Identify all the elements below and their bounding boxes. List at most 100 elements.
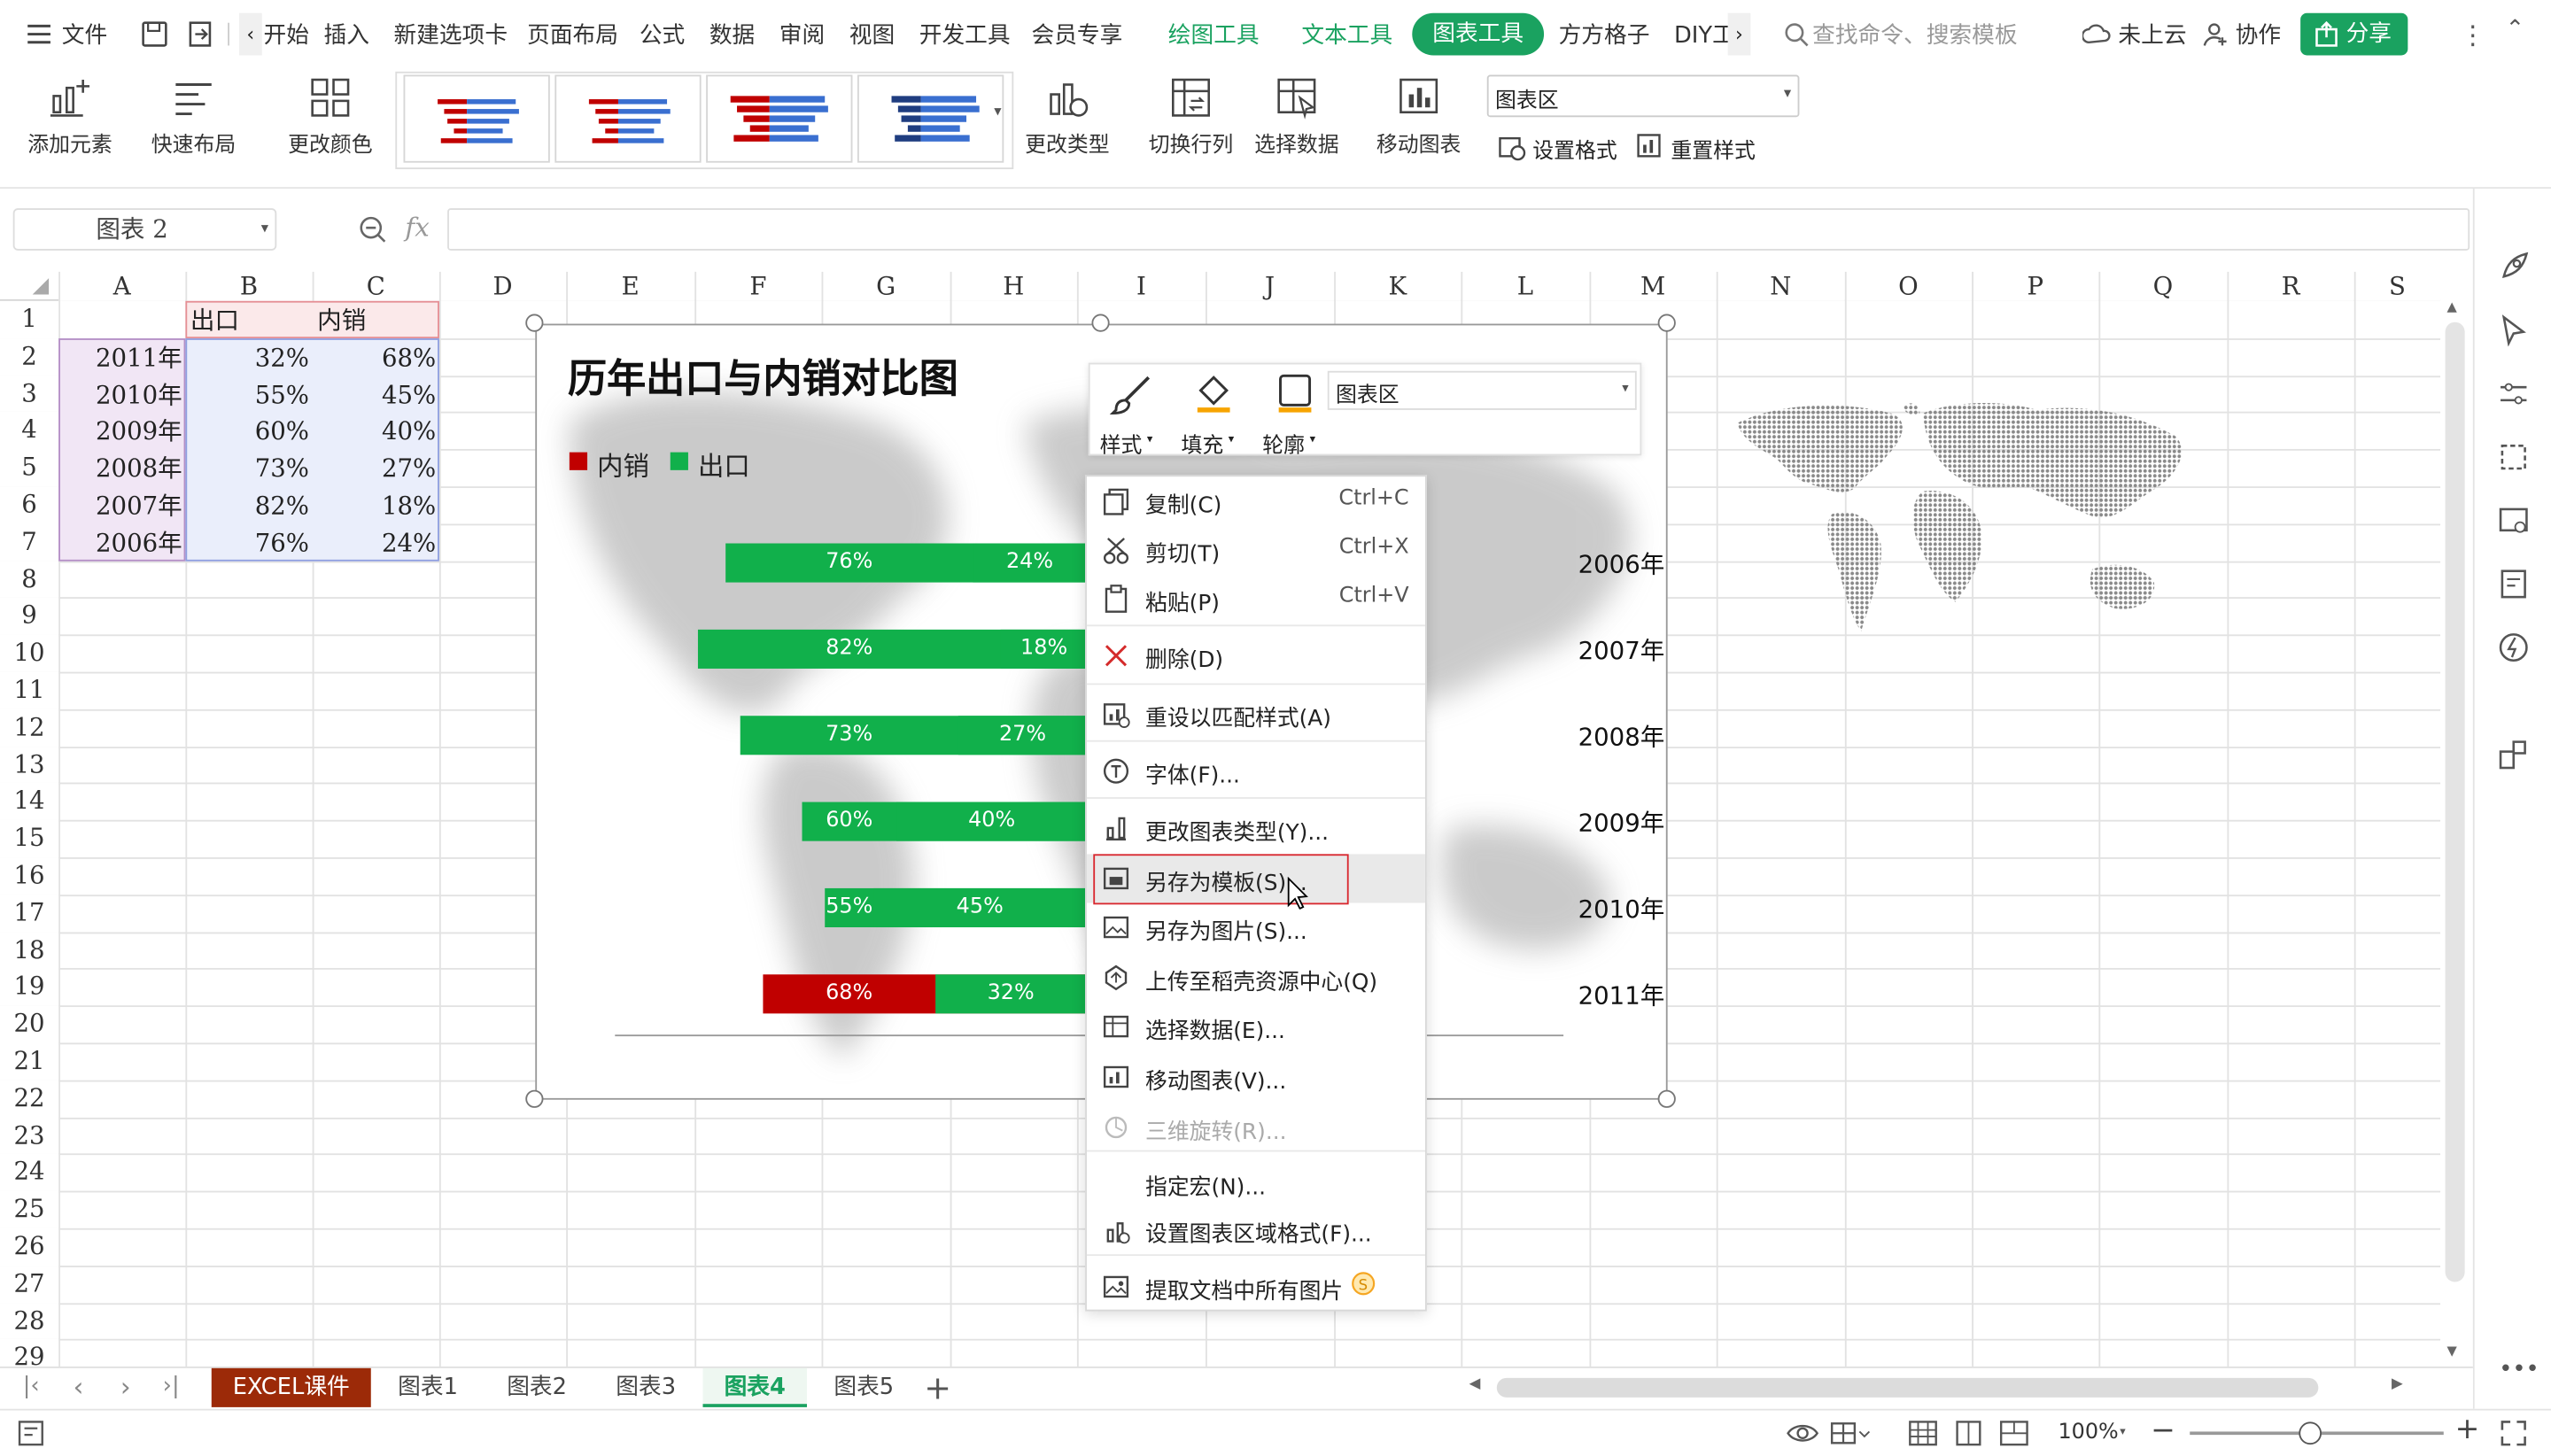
row-header[interactable]: 22 xyxy=(0,1080,59,1118)
cell-year[interactable]: 2011年 xyxy=(58,340,182,376)
cell-domestic[interactable]: 27% xyxy=(313,451,436,486)
move-chart-button[interactable]: 移动图表 xyxy=(1370,68,1468,158)
chart-style-thumb-3[interactable] xyxy=(706,74,853,163)
column-header[interactable]: P xyxy=(1972,271,2099,301)
cell-year[interactable]: 2006年 xyxy=(58,525,182,561)
next-sheet-icon[interactable]: › xyxy=(120,1371,131,1402)
resize-handle-tr[interactable] xyxy=(1657,314,1676,332)
cell-domestic[interactable]: 40% xyxy=(313,414,436,449)
change-color-button[interactable]: 更改颜色 xyxy=(276,68,384,158)
sliders-icon[interactable] xyxy=(2497,377,2530,410)
search-icon[interactable] xyxy=(1783,21,1809,47)
add-sheet-icon[interactable]: + xyxy=(924,1368,951,1407)
column-header[interactable]: M xyxy=(1589,271,1717,301)
save-icon[interactable] xyxy=(140,19,169,49)
menu-tab-insert[interactable]: 插入 xyxy=(324,18,369,50)
fullscreen-icon[interactable] xyxy=(2499,1419,2528,1448)
more-icon[interactable]: ⋮ xyxy=(2460,19,2485,50)
context-menu-item[interactable]: 另存为图片(S)... xyxy=(1087,902,1425,951)
menu-tab-ffgz[interactable]: 方方格子 xyxy=(1559,18,1650,50)
formula-input[interactable] xyxy=(447,208,2470,251)
zoom-out-icon[interactable]: − xyxy=(2151,1413,2175,1448)
column-header[interactable]: E xyxy=(566,271,695,301)
column-header[interactable]: F xyxy=(694,271,822,301)
horizontal-scrollbar[interactable] xyxy=(1496,1377,2319,1398)
row-header[interactable]: 1 xyxy=(0,300,59,338)
quick-layout-button[interactable]: 快速布局 xyxy=(140,68,247,158)
prev-sheet-icon[interactable]: ‹ xyxy=(74,1371,84,1402)
change-type-button[interactable]: 更改类型 xyxy=(1019,68,1116,158)
row-header[interactable]: 10 xyxy=(0,634,59,672)
context-menu-item[interactable]: 粘贴(P) Ctrl+V xyxy=(1087,574,1425,623)
cell-header-export[interactable]: 出口 xyxy=(190,303,311,338)
select-data-button[interactable]: 选择数据 xyxy=(1248,68,1345,158)
menu-tab-drawing-tools[interactable]: 绘图工具 xyxy=(1168,18,1260,50)
menu-tab-new[interactable]: 新建选项卡 xyxy=(393,18,508,50)
context-menu-item[interactable]: 指定宏(N)... xyxy=(1087,1158,1425,1207)
row-header[interactable]: 12 xyxy=(0,709,59,747)
cell-domestic[interactable]: 24% xyxy=(313,525,436,561)
normal-view-icon[interactable] xyxy=(1907,1419,1940,1448)
zoom-slider-thumb[interactable] xyxy=(2299,1421,2322,1445)
element-select-dropdown[interactable]: 图表区 ▾ xyxy=(1486,74,1800,118)
hscroll-left-icon[interactable]: ◀ xyxy=(1469,1376,1481,1392)
collab-icon[interactable] xyxy=(2203,21,2229,47)
context-menu-item[interactable]: 更改图表类型(Y)... xyxy=(1087,803,1425,852)
cell-year[interactable]: 2007年 xyxy=(58,488,182,523)
menu-tab-chart-tools[interactable]: 图表工具 xyxy=(1412,12,1545,56)
cell-domestic[interactable]: 45% xyxy=(313,376,436,412)
menu-tab-home[interactable]: 开始 xyxy=(264,18,309,50)
vertical-scrollbar[interactable] xyxy=(2445,321,2465,1282)
context-menu-item[interactable]: 字体(F)... xyxy=(1087,747,1425,795)
row-header[interactable]: 7 xyxy=(0,523,59,561)
select-all-corner[interactable] xyxy=(0,272,58,301)
row-header[interactable]: 16 xyxy=(0,857,59,895)
context-menu-item[interactable]: 移动图表(V)... xyxy=(1087,1052,1425,1101)
column-header[interactable]: R xyxy=(2227,271,2354,301)
chart-style-thumb-1[interactable] xyxy=(403,74,550,163)
menu-tab-member[interactable]: 会员专享 xyxy=(1031,18,1122,50)
menu-tab-page-layout[interactable]: 页面布局 xyxy=(527,18,618,50)
row-header[interactable]: 9 xyxy=(0,597,59,635)
row-header[interactable]: 4 xyxy=(0,412,59,450)
cell-domestic[interactable]: 18% xyxy=(313,488,436,523)
search-input[interactable]: 查找命令、搜索模板 xyxy=(1812,18,2017,50)
page-break-view-icon[interactable] xyxy=(1998,1419,2031,1448)
sheet-tab-chart2[interactable]: 图表2 xyxy=(486,1368,587,1407)
collapse-ribbon-icon[interactable]: ⌃ xyxy=(2506,16,2525,42)
menu-file[interactable]: 文件 xyxy=(62,18,107,50)
cell-domestic[interactable]: 68% xyxy=(313,340,436,376)
context-menu-item[interactable]: 删除(D) xyxy=(1087,631,1425,680)
column-header[interactable]: N xyxy=(1716,271,1845,301)
rocket-icon[interactable] xyxy=(2497,251,2530,283)
menu-tab-view[interactable]: 视图 xyxy=(849,18,895,50)
image-settings-icon[interactable] xyxy=(2497,504,2530,537)
layout-toggle-icon[interactable] xyxy=(1828,1419,1871,1448)
first-sheet-icon[interactable]: |‹ xyxy=(23,1373,40,1398)
panel-tools-icon[interactable] xyxy=(2497,739,2530,771)
row-header[interactable]: 24 xyxy=(0,1154,59,1191)
row-header[interactable]: 27 xyxy=(0,1265,59,1303)
row-header[interactable]: 17 xyxy=(0,894,59,932)
tab-scroll-left[interactable]: ‹ xyxy=(238,12,262,56)
resize-handle-tm[interactable] xyxy=(1091,314,1110,332)
sheet-tab-chart3[interactable]: 图表3 xyxy=(595,1368,696,1407)
menu-tab-developer[interactable]: 开发工具 xyxy=(919,18,1011,50)
row-header[interactable]: 8 xyxy=(0,560,59,598)
context-menu-item[interactable]: 选择数据(E)... xyxy=(1087,1003,1425,1051)
cell-export[interactable]: 32% xyxy=(185,340,309,376)
zoom-level[interactable]: 100% xyxy=(2058,1421,2118,1445)
column-header[interactable]: G xyxy=(821,271,950,301)
hamburger-menu-icon[interactable] xyxy=(26,23,51,46)
fill-button[interactable]: 填充 ▾ xyxy=(1178,371,1250,459)
resize-handle-bl[interactable] xyxy=(525,1089,544,1108)
context-menu-item[interactable]: 剪切(T) Ctrl+X xyxy=(1087,525,1425,574)
fx-icon[interactable]: fx xyxy=(405,212,429,243)
row-header[interactable]: 14 xyxy=(0,783,59,821)
row-header[interactable]: 25 xyxy=(0,1190,59,1228)
row-header[interactable]: 19 xyxy=(0,968,59,1006)
row-header[interactable]: 20 xyxy=(0,1005,59,1043)
menu-tab-formula[interactable]: 公式 xyxy=(640,18,685,50)
menu-tab-review[interactable]: 审阅 xyxy=(779,18,825,50)
tab-scroll-right[interactable]: › xyxy=(1727,12,1751,56)
